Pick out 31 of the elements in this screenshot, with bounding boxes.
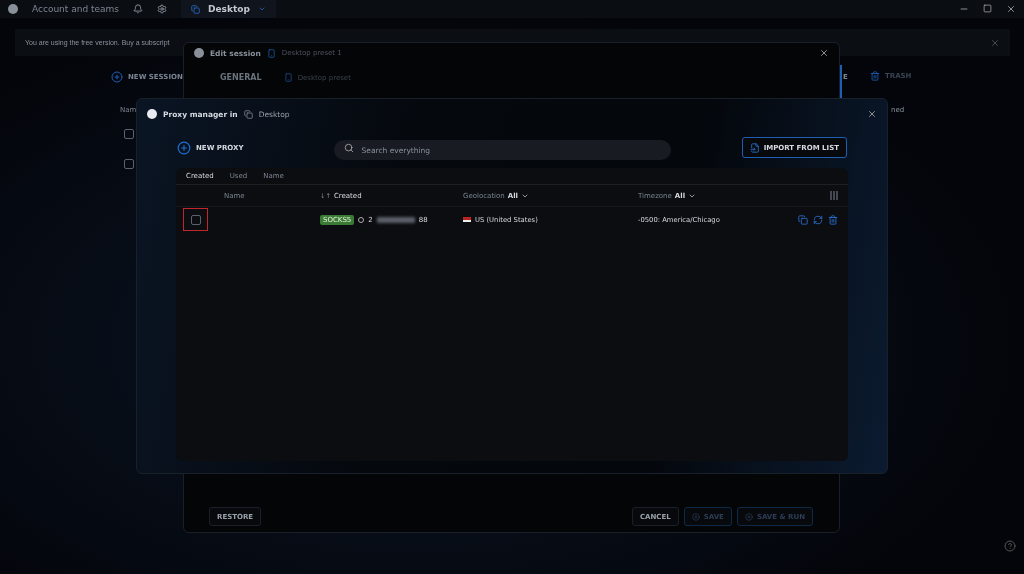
columns-icon[interactable] [830,191,838,200]
workspace-icon [191,4,201,14]
maximize-icon[interactable] [983,4,992,13]
file-icon [749,142,760,153]
trash-icon[interactable] [828,214,838,225]
workspace-icon [243,109,253,119]
workspace-tab[interactable]: Desktop [181,0,276,18]
close-icon[interactable] [867,109,877,119]
row-checkbox[interactable] [124,129,134,139]
help-icon[interactable] [1004,540,1016,552]
phone-icon [283,73,293,82]
copy-icon[interactable] [798,214,808,225]
plus-icon [177,140,191,155]
trash-icon [870,71,880,81]
flag-icon [463,217,471,222]
account-link[interactable]: Account and teams [32,4,120,14]
search-icon [343,142,354,153]
caret-icon [257,5,266,13]
row-checkbox[interactable] [190,214,201,225]
settings-icon[interactable] [157,4,168,14]
close-icon[interactable] [819,48,829,58]
bell-icon[interactable] [133,4,144,14]
close-icon[interactable] [1006,4,1016,14]
plus-icon [744,512,753,521]
section-title: GENERAL [220,73,262,82]
blurred-text [376,216,415,223]
phone-icon [266,48,276,58]
refresh-icon[interactable] [813,214,823,225]
row-checkbox[interactable] [124,159,134,169]
plus-icon[interactable] [111,71,123,83]
plus-icon [691,512,700,521]
